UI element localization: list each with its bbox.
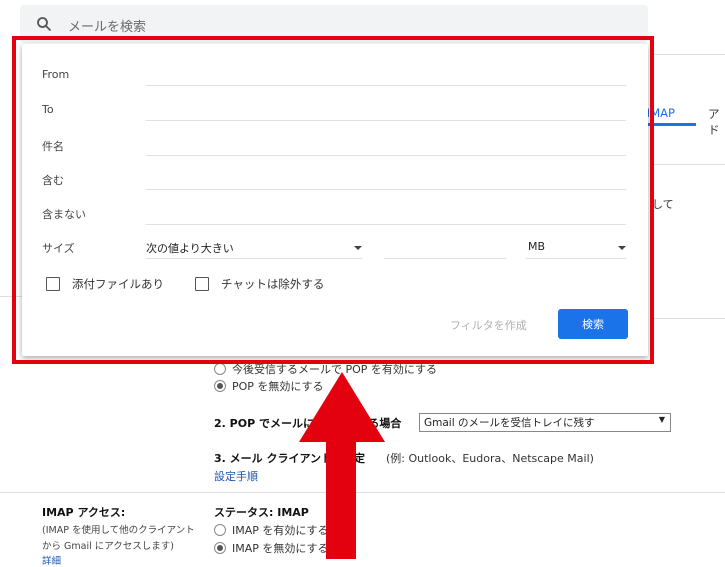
divider bbox=[650, 54, 725, 55]
annotation-arrow-shaft bbox=[326, 440, 356, 559]
radio-pop-enable-future[interactable] bbox=[214, 363, 226, 375]
divider bbox=[0, 492, 725, 493]
imap-status-label: ステータス: IMAP bbox=[214, 506, 309, 519]
imap-enable-label: IMAP を有効にする bbox=[232, 524, 329, 537]
radio-imap-enable[interactable] bbox=[214, 524, 226, 536]
divider bbox=[650, 164, 725, 165]
pop-action-select[interactable]: Gmail のメールを受信トレイに残す ▼ bbox=[419, 413, 671, 432]
divider bbox=[650, 318, 725, 319]
search-input-placeholder[interactable]: メールを検索 bbox=[68, 16, 146, 35]
annotation-arrow-head bbox=[299, 372, 385, 442]
imap-disable-label: IMAP を無効にする bbox=[232, 542, 329, 555]
imap-learn-more-link[interactable]: 詳細 bbox=[42, 553, 61, 567]
pop-action-select-value: Gmail のメールを受信トレイに残す bbox=[424, 417, 595, 429]
pop-section-3-hint: (例: Outlook、Eudora、Netscape Mail) bbox=[386, 452, 594, 465]
imap-desc-line1: (IMAP を使用して他のクライアント bbox=[42, 525, 195, 536]
imap-access-title: IMAP アクセス: bbox=[42, 506, 126, 519]
search-icon[interactable] bbox=[36, 16, 52, 32]
setting-text-fragment: して bbox=[652, 198, 674, 211]
tab-addons[interactable]: アド bbox=[708, 106, 725, 138]
imap-desc-line2: から Gmail にアクセスします) bbox=[42, 541, 174, 552]
chevron-down-icon: ▼ bbox=[658, 415, 665, 424]
annotation-highlight-box bbox=[12, 36, 654, 364]
radio-pop-disable[interactable] bbox=[214, 380, 226, 392]
radio-imap-disable[interactable] bbox=[214, 542, 226, 554]
setup-instructions-link[interactable]: 設定手順 bbox=[214, 468, 258, 484]
